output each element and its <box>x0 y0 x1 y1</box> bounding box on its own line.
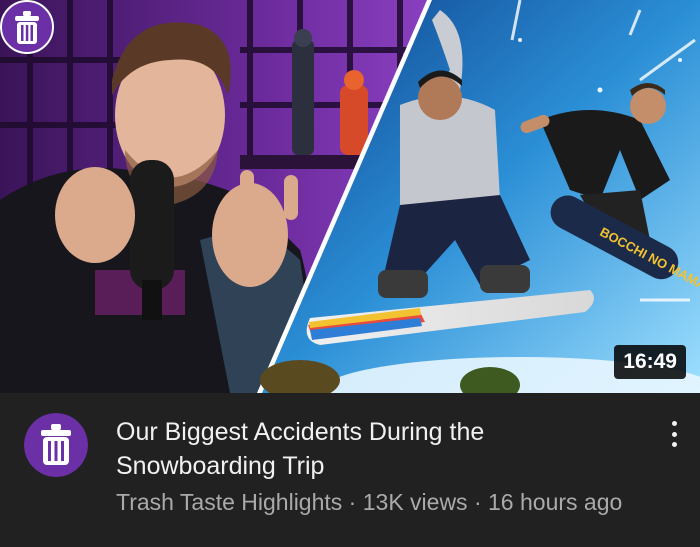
video-details: Our Biggest Accidents During the Snowboa… <box>0 393 700 547</box>
thumbnail-image: BOCCHI NO MAMA <box>0 0 700 393</box>
more-vert-icon[interactable] <box>662 417 686 451</box>
trash-can-icon <box>24 413 88 477</box>
video-thumbnail[interactable]: BOCCHI NO MAMA 16:49 <box>0 0 700 393</box>
upload-age: 16 hours ago <box>488 489 623 515</box>
view-count: 13K views <box>362 489 468 515</box>
channel-name[interactable]: Trash Taste Highlights <box>116 489 342 515</box>
channel-avatar[interactable] <box>24 413 88 477</box>
menu-dot <box>671 421 677 426</box>
meta-separator: · <box>342 489 363 515</box>
video-metadata: Trash Taste Highlights · 13K views · 16 … <box>116 487 622 517</box>
menu-dot <box>671 442 677 447</box>
video-title[interactable]: Our Biggest Accidents During the Snowboa… <box>116 415 636 483</box>
menu-dot <box>671 431 677 437</box>
trash-can-icon <box>0 0 54 54</box>
meta-separator: · <box>467 489 489 515</box>
duration-badge: 16:49 <box>614 345 686 379</box>
